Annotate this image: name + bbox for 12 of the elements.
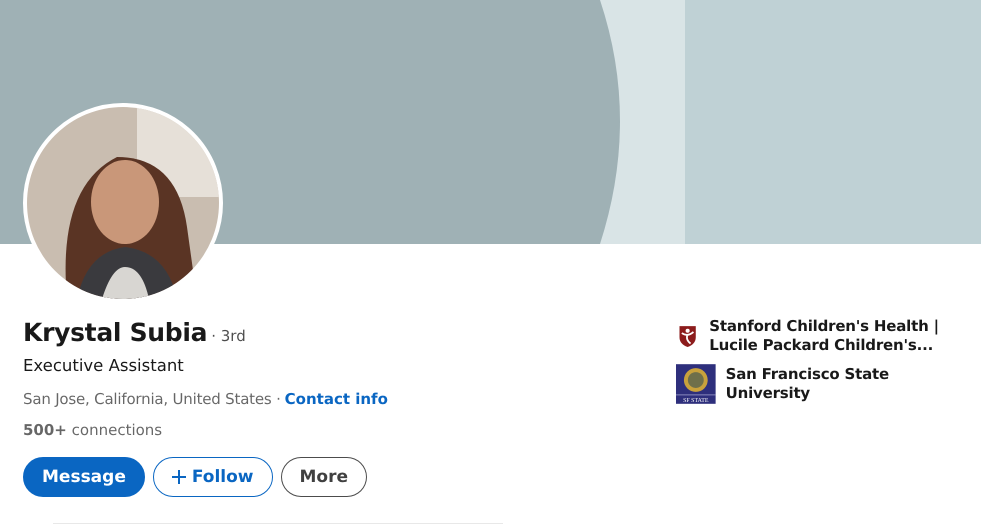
more-button[interactable]: More (280, 457, 368, 498)
plus-icon (172, 470, 186, 484)
headline: Executive Assistant (23, 354, 185, 376)
organization-name[interactable]: Stanford Children's Health | Lucile Packard Children's... (709, 316, 976, 356)
message-button[interactable]: Message (23, 457, 145, 498)
connection-degree: · 3rd (211, 326, 246, 347)
organization-name[interactable]: San Francisco State University (726, 364, 976, 404)
location: San Jose, California, United States · (23, 389, 281, 410)
connections-count: 500+ connections (23, 420, 164, 441)
contact-info-link[interactable]: Contact info (284, 388, 388, 411)
profile-name: Krystal Subia (23, 317, 208, 349)
follow-button[interactable]: Follow (152, 457, 273, 498)
